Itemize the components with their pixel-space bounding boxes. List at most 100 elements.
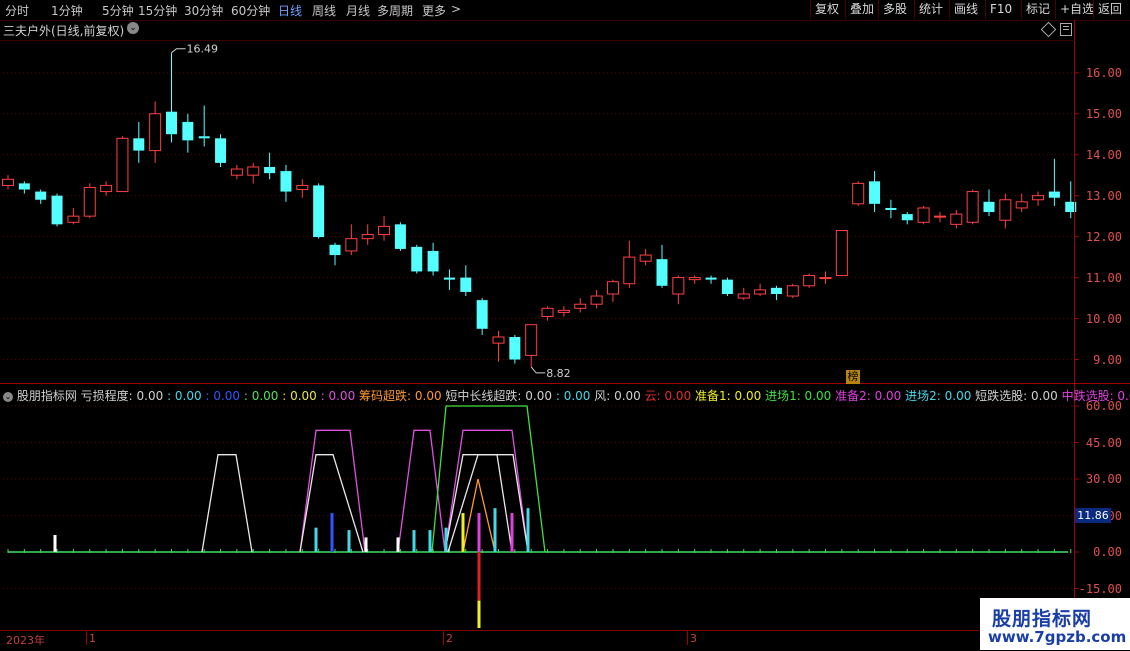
period-tab-6[interactable]: 日线 [278,2,302,19]
indicator-value-13: 准备2: 0.00 [831,389,902,403]
candle-body-down [705,277,717,280]
indicator-value-16: 中跌选股: 0.0 [1057,389,1130,403]
candle-body-down [721,279,733,294]
candle-body-up [247,166,260,176]
candle-body-up [933,215,946,218]
candle [411,244,423,274]
candle-body-down [427,250,439,272]
period-tab-4[interactable]: 30分钟 [184,2,223,19]
candle-body-up [557,309,570,313]
candle [803,273,816,288]
candle-body-down [215,138,227,163]
candle [541,306,554,321]
indicator-value-4: : 0.00 [278,389,317,403]
candle-body-down [166,111,177,135]
candle [639,248,652,266]
toolbar-button-0[interactable]: 复权 [810,0,843,19]
indicator-value-11: 准备1: 0.00 [691,389,762,403]
rank-badge[interactable]: 榜 [846,370,860,384]
period-tab-10[interactable]: 更多 [422,2,446,19]
white-trapezoid-3 [447,454,529,553]
more-arrow-icon[interactable]: > [451,2,461,16]
candle [721,277,733,297]
candle [933,212,946,223]
candle-body-up [116,137,129,193]
candle [770,285,782,301]
candle [1048,158,1060,206]
time-axis: 2023年 1 2 3 [0,630,1075,651]
price-axis-label: 14.00 [1085,147,1122,162]
candle-body-down [18,183,30,190]
candle-body-up [590,295,603,305]
period-tab-2[interactable]: 5分钟 [102,2,134,19]
price-axis-label: 16.00 [1085,65,1122,80]
candle [737,287,750,301]
candle [525,324,538,367]
indicator-value-8: : 0.00 [552,389,591,403]
indicator-value-10: 云: 0.00 [640,389,692,403]
indicator-value-9: 风: 0.00 [590,389,641,403]
candle [460,265,472,297]
candle-body-up [966,191,979,223]
candle [51,193,63,227]
period-tab-0[interactable]: 分时 [5,2,29,19]
candle-body-up [835,229,848,277]
toolbar-button-8[interactable]: 返回 [1093,0,1126,19]
candle-body-down [656,259,668,286]
indicator-value-3: : 0.00 [240,389,279,403]
magenta-trapezoid-1 [299,429,366,553]
diamond-icon[interactable] [1040,21,1057,38]
candle [67,207,80,225]
period-tab-3[interactable]: 15分钟 [138,2,177,19]
toolbar-button-2[interactable]: 多股 [878,0,911,19]
candle-body-down [1065,201,1077,213]
price-axis-label: 12.00 [1085,229,1122,244]
candle [574,298,587,313]
candle [999,193,1012,229]
candle-body-up [1015,201,1028,209]
candle [606,279,619,303]
watermark-title: 股朋指标网 [992,608,1093,630]
candle [656,244,668,288]
indicator-value-15: 短跌选股: 0.00 [971,389,1058,403]
toolbar-button-6[interactable]: 标记 [1021,0,1054,19]
period-tab-8[interactable]: 月线 [346,2,370,19]
candle-body-up [737,293,750,299]
candle [182,113,194,153]
candle-body-down [411,246,423,272]
period-tab-5[interactable]: 60分钟 [231,2,270,19]
candle [950,210,963,229]
toolbar-button-5[interactable]: F10 [985,0,1016,19]
candle-body-down [198,136,210,139]
magenta-trapezoid-2 [397,429,446,553]
candle [35,189,47,204]
candle [885,199,897,219]
candle [786,283,799,299]
candle-body-up [83,186,96,217]
candle-body-down [460,277,472,292]
period-tab-7[interactable]: 周线 [312,2,336,19]
candle [198,105,210,147]
window-icon[interactable] [1060,23,1072,36]
price-chart[interactable]: 16.49 8.82 [0,0,1130,650]
toolbar-button-7[interactable]: +自选 [1055,0,1098,19]
toolbar-button-3[interactable]: 统计 [914,0,947,19]
candle [1015,193,1028,213]
period-tab-9[interactable]: 多周期 [377,2,413,19]
low-marker [530,366,546,374]
candle-body-down [869,181,881,204]
white-trapezoid-1 [201,454,253,553]
watermark-url: www.7gpzb.com [988,628,1127,646]
candle [443,269,455,290]
toolbar-button-1[interactable]: 叠加 [845,0,878,19]
period-tab-1[interactable]: 1分钟 [51,2,83,19]
toolbar-button-4[interactable]: 画线 [949,0,982,19]
candle-body-down [770,287,782,294]
title-dropdown-icon[interactable]: ⌄ [127,22,139,34]
candle-body-up [2,178,14,186]
indicator-dropdown-icon[interactable]: ⌄ [3,391,13,402]
candle [672,275,685,305]
indicator-value-2: : 0.00 [201,389,241,403]
candle-body-up [1032,195,1045,201]
candle [835,229,848,277]
